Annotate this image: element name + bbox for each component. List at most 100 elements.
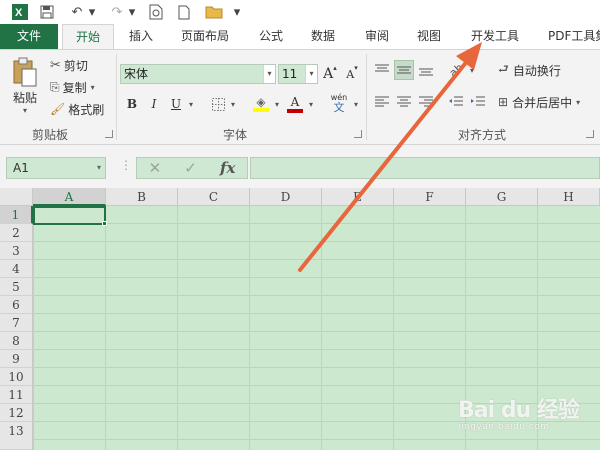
column-header-a[interactable]: A xyxy=(33,188,106,206)
row-header-7[interactable]: 7 xyxy=(0,314,33,332)
name-box-value: A1 xyxy=(13,161,29,175)
formula-input[interactable] xyxy=(250,157,600,179)
bold-button[interactable]: B xyxy=(124,94,140,114)
align-top-icon xyxy=(375,64,389,72)
insert-function-button[interactable]: fx xyxy=(220,159,235,177)
redo-icon[interactable]: ↷ xyxy=(108,2,126,22)
formula-bar: A1 ▾ ⋮ ✕ ✓ fx xyxy=(0,145,600,188)
row-header-8[interactable]: 8 xyxy=(0,332,33,350)
row-header-9[interactable]: 9 xyxy=(0,350,33,368)
active-cell-a1[interactable] xyxy=(33,206,106,225)
align-left-button[interactable] xyxy=(372,92,392,112)
font-size-dropdown-icon[interactable]: ▾ xyxy=(305,65,317,83)
orientation-button[interactable]: ab xyxy=(442,56,470,84)
row-header-6[interactable]: 6 xyxy=(0,296,33,314)
orientation-dropdown-icon[interactable]: ▾ xyxy=(468,60,476,80)
phonetic-char-icon: 文 xyxy=(333,100,345,114)
align-right-button[interactable] xyxy=(416,92,436,112)
align-bottom-button[interactable] xyxy=(416,60,436,80)
font-color-swatch xyxy=(287,108,303,113)
borders-button[interactable] xyxy=(210,94,226,114)
tab-developer[interactable]: 开发工具 xyxy=(460,24,530,49)
quick-access-toolbar: X ↶ ▾ ↷ ▾ ▾ xyxy=(0,0,600,24)
align-top-button[interactable] xyxy=(372,60,392,80)
row-header-11[interactable]: 11 xyxy=(0,386,33,404)
tab-page-layout[interactable]: 页面布局 xyxy=(172,24,238,49)
row-header-12[interactable]: 12 xyxy=(0,404,33,422)
column-header-h[interactable]: H xyxy=(538,188,600,206)
column-header-f[interactable]: F xyxy=(394,188,466,206)
underline-button[interactable]: U xyxy=(168,94,184,114)
row-header-4[interactable]: 4 xyxy=(0,260,33,278)
ribbon-tabs: 文件 开始 插入 页面布局 公式 数据 审阅 视图 开发工具 PDF工具集 xyxy=(0,24,600,49)
alignment-launcher-icon[interactable] xyxy=(586,130,594,138)
align-center-button[interactable] xyxy=(394,92,414,112)
watermark-logo: Bai du 经验 xyxy=(458,398,580,423)
paste-dropdown-icon: ▾ xyxy=(22,106,27,115)
undo-icon[interactable]: ↶ xyxy=(68,2,86,22)
phonetic-dropdown-icon[interactable]: ▾ xyxy=(352,94,360,114)
undo-dropdown-icon[interactable]: ▾ xyxy=(88,2,96,22)
grow-font-button[interactable]: A ▴ xyxy=(322,64,338,84)
fill-handle[interactable] xyxy=(102,221,107,226)
shrink-font-button[interactable]: A ▾ xyxy=(344,64,360,84)
increase-indent-button[interactable] xyxy=(468,92,488,112)
font-name-dropdown-icon[interactable]: ▾ xyxy=(263,65,275,83)
customize-icon[interactable]: ▾ xyxy=(232,2,242,22)
column-header-c[interactable]: C xyxy=(178,188,250,206)
row-header-3[interactable]: 3 xyxy=(0,242,33,260)
name-box-dropdown-icon[interactable]: ▾ xyxy=(97,158,101,178)
cancel-entry-icon[interactable]: ✕ xyxy=(149,159,162,177)
tab-home[interactable]: 开始 xyxy=(62,24,114,49)
borders-dropdown-icon[interactable]: ▾ xyxy=(229,94,237,114)
tab-view[interactable]: 视图 xyxy=(406,24,452,49)
redo-dropdown-icon[interactable]: ▾ xyxy=(128,2,136,22)
wrap-text-icon: ⮐ xyxy=(498,61,509,76)
decrease-indent-button[interactable] xyxy=(446,92,466,112)
italic-button[interactable]: I xyxy=(146,94,162,114)
align-middle-button[interactable] xyxy=(394,60,414,80)
save-icon[interactable] xyxy=(38,2,56,22)
tab-insert[interactable]: 插入 xyxy=(118,24,164,49)
column-header-g[interactable]: G xyxy=(466,188,538,206)
tab-pdf-tools[interactable]: PDF工具集 xyxy=(540,24,600,49)
phonetic-button[interactable]: wén 文 xyxy=(328,90,350,116)
tab-formulas[interactable]: 公式 xyxy=(248,24,294,49)
tab-review[interactable]: 审阅 xyxy=(354,24,400,49)
clipboard-launcher-icon[interactable] xyxy=(105,130,113,138)
align-right-icon xyxy=(419,96,433,107)
column-header-d[interactable]: D xyxy=(250,188,322,206)
formula-bar-grip-icon[interactable]: ⋮ xyxy=(120,158,132,172)
row-header-10[interactable]: 10 xyxy=(0,368,33,386)
tab-data[interactable]: 数据 xyxy=(300,24,346,49)
font-size-combo[interactable]: 11 ▾ xyxy=(278,64,318,84)
row-header-2[interactable]: 2 xyxy=(0,224,33,242)
fill-color-button[interactable]: ◈ xyxy=(252,94,270,114)
format-painter-button[interactable]: 🖌 格式刷 xyxy=(50,100,108,118)
tab-file[interactable]: 文件 xyxy=(0,24,58,49)
font-color-dropdown-icon[interactable]: ▾ xyxy=(307,94,315,114)
font-color-button[interactable]: A xyxy=(286,94,304,114)
select-all-button[interactable] xyxy=(0,188,33,206)
format-painter-label: 格式刷 xyxy=(68,102,105,117)
fill-color-dropdown-icon[interactable]: ▾ xyxy=(273,94,281,114)
print-preview-icon[interactable] xyxy=(147,2,165,22)
copy-button[interactable]: ⎘ 复制 ▾ xyxy=(50,78,110,96)
confirm-entry-icon[interactable]: ✓ xyxy=(184,159,197,177)
font-name-combo[interactable]: 宋体 ▾ xyxy=(120,64,276,84)
underline-dropdown-icon[interactable]: ▾ xyxy=(187,94,195,114)
name-box[interactable]: A1 ▾ xyxy=(6,157,106,179)
open-folder-icon[interactable] xyxy=(203,2,225,22)
cut-button[interactable]: ✂ 剪切 xyxy=(50,56,96,74)
column-header-b[interactable]: B xyxy=(106,188,178,206)
row-header-13[interactable]: 13 xyxy=(0,422,33,450)
row-header-5[interactable]: 5 xyxy=(0,278,33,296)
font-launcher-icon[interactable] xyxy=(354,130,362,138)
wrap-text-button[interactable]: ⮐ 自动换行 xyxy=(498,60,574,80)
new-file-icon[interactable] xyxy=(175,2,193,22)
merge-center-button[interactable]: ⊞ 合并后居中 ▾ xyxy=(498,92,592,112)
paste-button[interactable]: 粘贴 ▾ xyxy=(8,56,42,116)
row-header-1[interactable]: 1 xyxy=(0,206,33,224)
column-header-e[interactable]: E xyxy=(322,188,394,206)
align-left-icon xyxy=(375,96,389,107)
